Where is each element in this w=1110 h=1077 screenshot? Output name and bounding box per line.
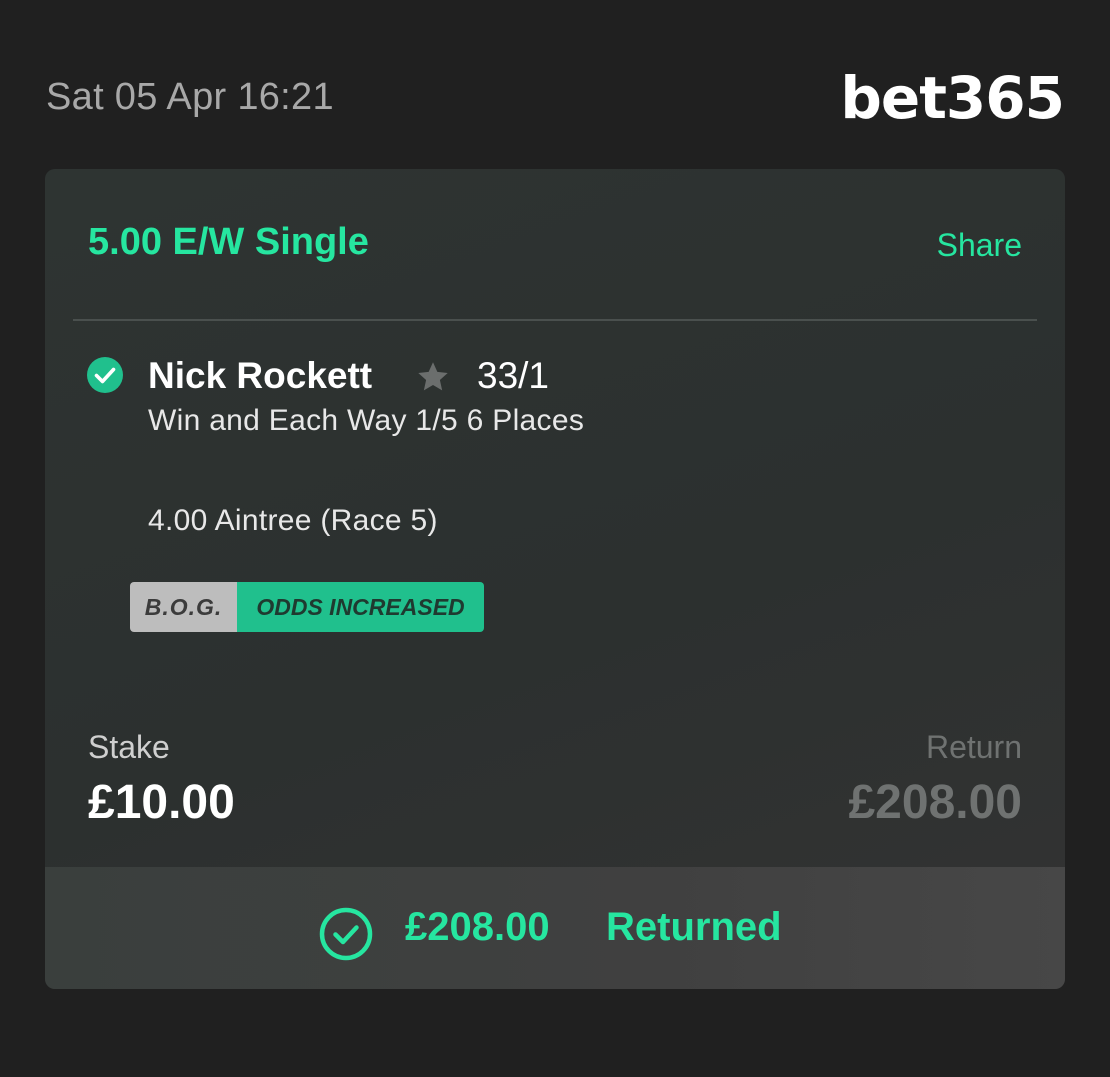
check-circle-outline-icon bbox=[319, 907, 373, 961]
bog-badge: B.O.G. bbox=[130, 582, 237, 632]
bet-badges: B.O.G. ODDS INCREASED bbox=[130, 582, 484, 632]
stake-value: £10.00 bbox=[88, 776, 235, 829]
return-label: Return bbox=[925, 729, 1022, 765]
return-value: £208.00 bbox=[848, 776, 1022, 829]
stake-label: Stake bbox=[88, 729, 170, 765]
bet-type-title: 5.00 E/W Single bbox=[88, 221, 369, 263]
selection-name: Nick Rockett bbox=[148, 355, 373, 396]
bet-card: 5.00 E/W Single Share Nick Rockett 33/1 … bbox=[45, 169, 1065, 989]
bet365-logo: bet365 bbox=[840, 64, 1065, 132]
selection-odds: 33/1 bbox=[477, 355, 550, 396]
bet-timestamp: Sat 05 Apr 16:21 bbox=[46, 76, 334, 118]
event-description: 4.00 Aintree (Race 5) bbox=[148, 504, 438, 537]
returned-status: Returned bbox=[606, 905, 782, 949]
share-button[interactable]: Share bbox=[937, 227, 1022, 264]
returned-amount: £208.00 bbox=[405, 905, 550, 949]
bet-card-header: 5.00 E/W Single Share bbox=[45, 169, 1065, 320]
star-icon[interactable] bbox=[415, 359, 451, 395]
returned-footer: £208.00 Returned bbox=[45, 867, 1065, 989]
odds-increased-badge: ODDS INCREASED bbox=[237, 582, 484, 632]
market-description: Win and Each Way 1/5 6 Places bbox=[148, 404, 585, 437]
check-circle-icon bbox=[87, 357, 123, 393]
bet-receipt-screen: Sat 05 Apr 16:21 bet365 5.00 E/W Single … bbox=[0, 0, 1110, 1077]
header-divider bbox=[73, 319, 1037, 321]
